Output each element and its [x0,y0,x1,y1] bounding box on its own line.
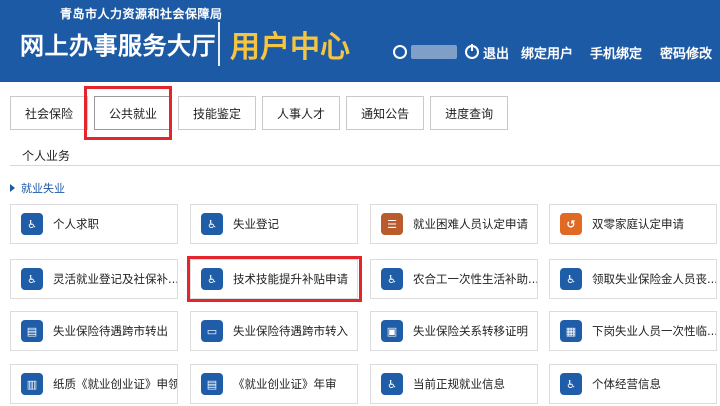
caret-right-icon [10,184,15,192]
walker-icon: ♿ [21,213,43,235]
service-card[interactable]: ↺ 双零家庭认定申请 [549,204,717,244]
service-card[interactable]: ▣ 失业保险关系转移证明 [370,311,538,351]
tab-notices[interactable]: 通知公告 [346,96,425,130]
service-card[interactable]: ☰ 就业困难人员认定申请 [370,204,538,244]
id-card-icon: ▦ [560,320,582,342]
service-label: 当前正规就业信息 [413,377,505,391]
doc-icon: ▤ [21,320,43,342]
service-card[interactable]: ▤ 《就业创业证》年审 [190,364,358,404]
service-card[interactable]: ♿ 个人求职 [10,204,178,244]
tab-progress-query[interactable]: 进度查询 [430,96,509,130]
masked-username [411,45,457,59]
bind-phone-link[interactable]: 手机绑定 [590,43,642,62]
site-header: 青岛市人力资源和社会保障局 网上办事服务大厅 用户中心 退出 绑定用户 手机绑定… [0,0,720,82]
tab-skill-appraisal[interactable]: 技能鉴定 [178,96,257,130]
logout-link[interactable]: 退出 [483,43,509,62]
hall-name: 网上办事服务大厅 [20,31,216,60]
refresh-icon: ↺ [560,213,582,235]
service-label: 失业保险关系转移证明 [413,324,528,338]
power-icon[interactable] [465,44,479,59]
service-card[interactable]: ♿ 当前正规就业信息 [370,364,538,404]
service-label: 领取失业保险金人员丧... [592,272,716,286]
doc-icon: ▤ [201,373,223,395]
service-label: 失业保险待遇跨市转出 [53,324,168,338]
service-label: 灵活就业登记及社保补... [53,272,177,286]
tab-personnel-talent[interactable]: 人事人才 [262,96,341,130]
service-card[interactable]: ▤ 失业保险待遇跨市转出 [10,311,178,351]
service-label: 失业登记 [233,217,279,231]
service-card[interactable]: ▦ 下岗失业人员一次性临... [549,311,717,351]
service-label: 下岗失业人员一次性临... [592,324,716,338]
org-name: 青岛市人力资源和社会保障局 [60,7,223,21]
service-card[interactable]: ▭ 失业保险待遇跨市转入 [190,311,358,351]
walker-icon: ♿ [381,268,403,290]
certificate-icon: ▣ [381,320,403,342]
service-card[interactable]: ♿ 灵活就业登记及社保补... [10,259,178,299]
service-label: 技术技能提升补贴申请 [233,272,348,286]
user-area: 退出 [393,41,509,63]
ticket-icon: ▭ [201,320,223,342]
user-center-title: 用户中心 [230,30,350,65]
bind-user-link[interactable]: 绑定用户 [521,43,573,62]
walker-icon: ♿ [21,268,43,290]
user-icon [393,45,407,59]
walker-icon: ♿ [381,373,403,395]
tab-social-insurance[interactable]: 社会保险 [10,96,89,130]
service-card[interactable]: ♿ 失业登记 [190,204,358,244]
service-card[interactable]: ♿ 个体经营信息 [549,364,717,404]
form-icon: ☰ [381,213,403,235]
service-card[interactable]: ♿ 领取失业保险金人员丧... [549,259,717,299]
walker-icon: ♿ [560,268,582,290]
title-divider [218,22,220,66]
service-card[interactable]: ♿ 技术技能提升补贴申请 [190,259,358,299]
service-label: 就业困难人员认定申请 [413,217,528,231]
book-icon: ▥ [21,373,43,395]
walker-icon: ♿ [201,268,223,290]
service-card[interactable]: ♿ 农合工一次性生活补助... [370,259,538,299]
tab-public-employment[interactable]: 公共就业 [94,96,173,130]
walker-icon: ♿ [560,373,582,395]
walker-icon: ♿ [201,213,223,235]
category-title: 就业失业 [21,182,65,195]
section-title: 个人业务 [22,149,71,163]
service-label: 个人求职 [53,217,99,231]
service-card[interactable]: ▥ 纸质《就业创业证》申领 [10,364,178,404]
main-tabs: 社会保险 公共就业 技能鉴定 人事人才 通知公告 进度查询 [10,96,514,132]
service-label: 农合工一次性生活补助... [413,272,537,286]
category-header: 就业失业 [10,180,65,196]
change-password-link[interactable]: 密码修改 [660,43,712,62]
service-label: 失业保险待遇跨市转入 [233,324,348,338]
service-label: 双零家庭认定申请 [592,217,684,231]
service-label: 《就业创业证》年审 [233,377,337,391]
section-divider [10,165,720,166]
service-label: 个体经营信息 [592,377,661,391]
service-label: 纸质《就业创业证》申领 [53,377,177,391]
